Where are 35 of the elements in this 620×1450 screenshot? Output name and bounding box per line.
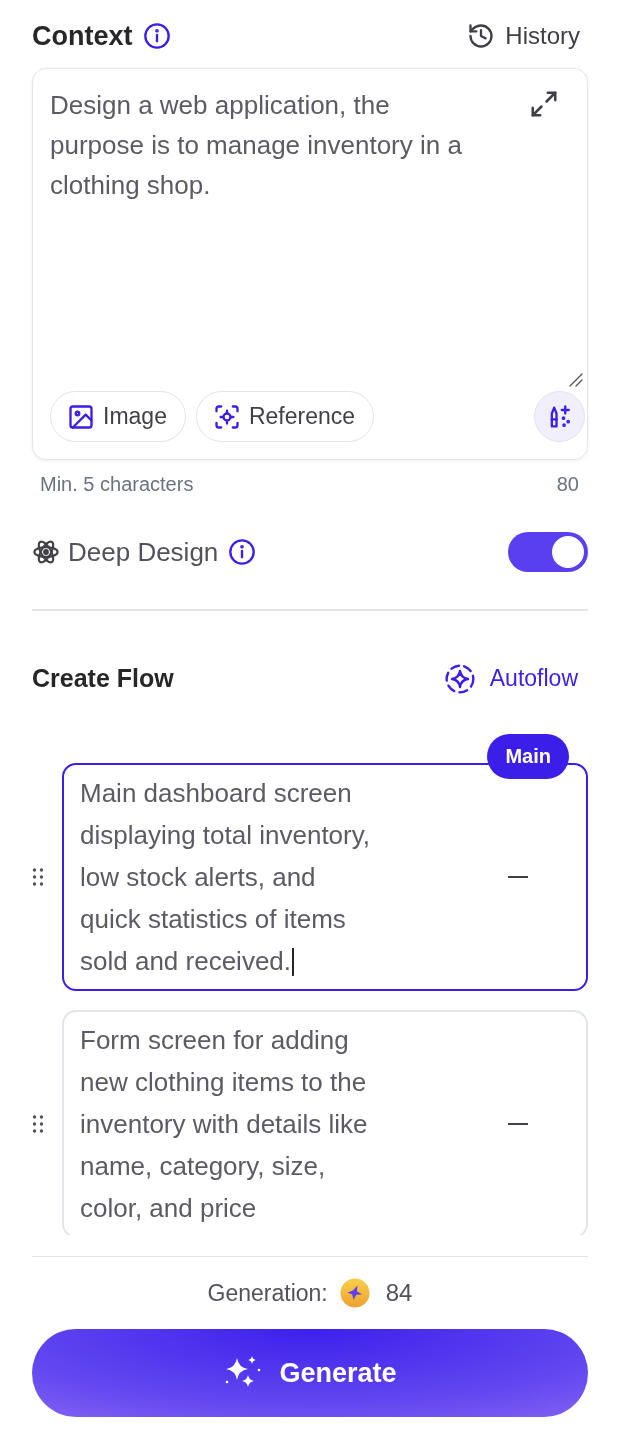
generation-label: Generation: [207,1279,328,1307]
history-icon [467,22,496,50]
history-button[interactable]: History [467,22,588,50]
flow-step-field[interactable]: Main dashboard screen displaying total inventory, low stock alerts, and quick statistics of items sold and received. [62,762,588,991]
info-icon[interactable] [142,22,171,50]
minus-icon [508,875,528,878]
drag-handle-icon[interactable] [32,866,44,887]
credit-count: 84 [385,1279,413,1307]
deep-design-toggle[interactable] [508,532,588,572]
section-title: Context [32,20,133,52]
generate-button[interactable]: Generate [32,1329,588,1417]
atom-icon [32,538,60,566]
context-text: Design a web application, the purpose is to manage inventory in a clothing shop. [50,89,463,202]
enhance-button[interactable] [534,391,585,442]
reference-button[interactable]: Reference [195,391,375,442]
image-icon [67,402,95,431]
character-count: 80 [556,472,579,496]
sparkle-icon [443,662,476,695]
hint-text: Min. 5 characters [40,472,194,496]
image-button[interactable]: Image [50,391,186,442]
flow-step-text: Form screen for adding new clothing items to the inventory with details like name, category, size, color, and price [80,1023,369,1225]
expand-icon[interactable] [529,89,559,119]
main-badge: Main [487,733,569,779]
autoflow-button[interactable]: Autoflow [443,662,588,695]
focus-target-icon [212,402,241,431]
minus-icon [508,1122,528,1125]
context-field[interactable]: Design a web application, the purpose is to manage inventory in a clothing shop. Image Reference [32,68,588,460]
resize-grip-icon[interactable] [569,373,583,387]
star-coin-icon [339,1278,370,1308]
info-icon[interactable] [228,538,257,566]
flow-step-field[interactable]: Form screen for adding new clothing items to the inventory with details like name, category, size, color, and price [62,1009,588,1235]
flow-step-text: Main dashboard screen displaying total inventory, low stock alerts, and quick statistics of items sold and received. [80,776,371,978]
deep-design-label: Deep Design [68,536,219,568]
section-title: Create Flow [32,664,174,693]
drag-handle-icon[interactable] [32,1113,44,1134]
